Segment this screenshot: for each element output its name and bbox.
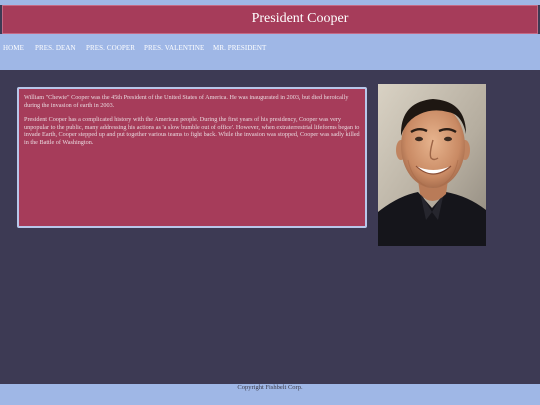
bio-paragraph-history: President Cooper has a complicated histo… xyxy=(24,116,360,146)
header-banner: President Cooper xyxy=(2,5,538,34)
bio-paragraph-intro: William "Chewie" Cooper was the 45th Pre… xyxy=(24,94,349,109)
nav-link-pres-dean[interactable]: PRES. DEAN xyxy=(35,44,76,52)
nav-link-home[interactable]: HOME xyxy=(3,44,24,52)
nav-link-mr-president[interactable]: MR. PRESIDENT xyxy=(213,44,266,52)
copyright-text: Copyright Fishbelt Corp. xyxy=(237,384,303,391)
page-title: President Cooper xyxy=(251,11,349,26)
president-portrait xyxy=(378,84,486,246)
bio-panel: William "Chewie" Cooper was the 45th Pre… xyxy=(17,87,367,228)
nav-link-pres-cooper[interactable]: PRES. COOPER xyxy=(86,44,135,52)
main-nav: HOME PRES. DEAN PRES. COOPER PRES. VALEN… xyxy=(0,34,540,70)
nav-link-pres-valentine[interactable]: PRES. VALENTINE xyxy=(144,44,204,52)
page-footer: Copyright Fishbelt Corp. xyxy=(0,384,540,405)
